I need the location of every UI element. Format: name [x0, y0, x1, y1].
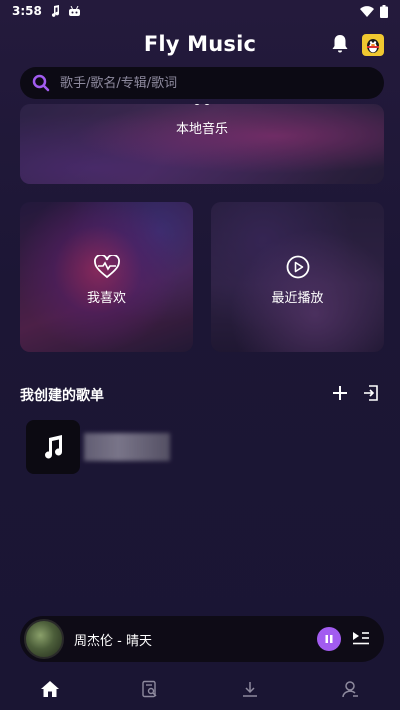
mini-player[interactable]: 周杰伦 - 晴天 [20, 616, 384, 662]
playlist-item[interactable] [26, 420, 226, 474]
bottom-navigation [0, 668, 400, 710]
nav-home[interactable] [30, 674, 70, 704]
play-queue-icon[interactable] [352, 629, 370, 647]
playlist-name-blurred [84, 433, 170, 461]
music-note-icon [45, 435, 62, 459]
nav-download[interactable] [230, 674, 270, 704]
local-music-label: 本地音乐 [175, 122, 228, 137]
play-circle-icon [286, 255, 309, 279]
pause-icon [325, 635, 333, 643]
now-playing-cover [24, 619, 64, 659]
battery-icon [380, 4, 388, 18]
music-note-icon [51, 5, 59, 17]
playlist-search-icon [142, 680, 157, 698]
favorites-label: 我喜欢 [86, 291, 126, 306]
local-music-card[interactable]: 本地音乐 [20, 104, 384, 184]
nav-playlist-search[interactable] [130, 674, 170, 704]
my-playlists-title: 我创建的歌单 [20, 388, 104, 404]
add-playlist-icon[interactable] [331, 384, 349, 402]
nav-profile[interactable] [330, 674, 370, 704]
playlist-cover [26, 420, 80, 474]
app-header: Fly Music [0, 28, 400, 62]
favorites-card[interactable]: 我喜欢 [20, 202, 193, 352]
android-icon [68, 5, 80, 16]
search-input[interactable] [60, 75, 360, 91]
download-icon [243, 682, 257, 697]
penguin-avatar-icon [367, 39, 379, 53]
search-bar[interactable] [20, 67, 384, 99]
heart-pulse-icon [93, 255, 120, 279]
bell-icon[interactable] [331, 34, 349, 54]
pause-button[interactable] [317, 627, 341, 651]
profile-icon [342, 681, 358, 698]
home-icon [41, 681, 59, 697]
import-playlist-icon[interactable] [362, 384, 380, 402]
status-bar: 3:58 [0, 0, 400, 22]
recent-played-label: 最近播放 [271, 291, 324, 306]
now-playing-song: 周杰伦 - 晴天 [74, 633, 152, 649]
recent-played-card[interactable]: 最近播放 [211, 202, 384, 352]
wifi-icon [360, 5, 374, 17]
search-icon [32, 74, 50, 92]
user-avatar[interactable] [362, 34, 384, 56]
local-music-icon [194, 104, 210, 105]
status-time: 3:58 [12, 4, 42, 18]
